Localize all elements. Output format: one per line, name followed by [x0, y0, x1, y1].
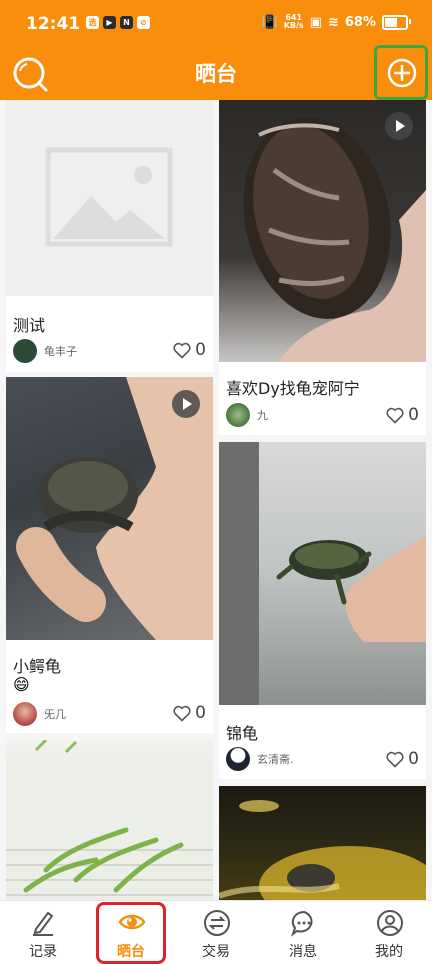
exchange-icon: [204, 910, 230, 936]
network-speed-unit: KB/s: [283, 21, 304, 30]
post-card[interactable]: 喜欢Dy找龟宠阿宁 九 0: [219, 100, 426, 435]
tab-label: 我的: [375, 944, 403, 960]
avatar: [226, 403, 250, 427]
like-button[interactable]: 0: [173, 340, 206, 360]
play-icon[interactable]: [385, 112, 413, 140]
pen-icon: [33, 911, 54, 936]
page-title: 晒台: [195, 62, 237, 86]
heart-icon: [173, 705, 191, 722]
post-video-thumbnail: [219, 100, 426, 362]
like-button[interactable]: 0: [173, 703, 206, 723]
post-author[interactable]: 龟丰子: [13, 339, 77, 363]
video-app-icon: ▶: [103, 16, 116, 29]
play-icon[interactable]: [172, 390, 200, 418]
post-author[interactable]: 九: [226, 403, 268, 427]
avatar: [226, 747, 250, 771]
user-icon: [377, 910, 403, 936]
heart-icon: [386, 407, 404, 424]
post-image: [6, 740, 213, 900]
app-bar: 晒台: [0, 44, 432, 100]
image-placeholder-icon: [45, 147, 173, 247]
author-name: 玄清斋.: [257, 753, 294, 766]
feed-grid[interactable]: 测试 龟丰子 0 小鳄龟 😄 旡几 0 喜欢Dy找龟宠阿宁 九 0 锦龟 玄清斋…: [0, 100, 432, 900]
status-time: 12:41: [26, 14, 81, 34]
post-card[interactable]: 小鳄龟 😄 旡几 0: [6, 377, 213, 733]
battery-icon: [382, 14, 411, 30]
app-notification-icon: 选: [86, 16, 99, 29]
post-card[interactable]: 锦龟 玄清斋. 0: [219, 442, 426, 779]
status-bar: 12:41 选 ▶ N ⊘ 📳 641 KB/s ▣ ≋ 68%: [0, 0, 432, 44]
active-tab-highlight: [96, 902, 166, 964]
author-name: 龟丰子: [44, 345, 77, 358]
post-card[interactable]: [6, 740, 213, 900]
post-card[interactable]: 测试 龟丰子 0: [6, 100, 213, 372]
network-speed: 641 KB/s: [284, 14, 304, 30]
battery-percent: 68%: [344, 14, 376, 30]
heart-icon: [173, 342, 191, 359]
tab-label: 记录: [29, 944, 57, 960]
post-caption: 锦龟: [226, 724, 259, 743]
post-author[interactable]: 玄清斋.: [226, 747, 294, 771]
bottom-nav: 记录 晒台 交易 消息 我的: [0, 900, 432, 964]
like-count: 0: [408, 749, 419, 769]
tab-label: 消息: [289, 944, 317, 960]
post-video-thumbnail: [6, 377, 213, 640]
note-app-icon: N: [120, 16, 133, 29]
post-card[interactable]: [219, 786, 426, 900]
tab-profile[interactable]: 我的: [354, 905, 424, 961]
like-count: 0: [195, 703, 206, 723]
tab-messages[interactable]: 消息: [268, 905, 338, 961]
post-caption: 喜欢Dy找龟宠阿宁: [226, 379, 360, 398]
post-image-placeholder: [6, 100, 213, 296]
heart-icon: [386, 751, 404, 768]
like-button[interactable]: 0: [386, 749, 419, 769]
turtle-tank-photo: [219, 800, 426, 900]
post-caption: 测试: [13, 316, 46, 335]
post-caption-emoji: 😄: [13, 675, 30, 694]
avatar: [13, 702, 37, 726]
avatar: [13, 339, 37, 363]
turtle-photo: [219, 442, 426, 705]
wifi-icon: ≋: [327, 14, 339, 30]
battery-fill: [385, 17, 397, 27]
sim-icon: ▣: [309, 14, 322, 30]
post-author[interactable]: 旡几: [13, 702, 66, 726]
tab-records[interactable]: 记录: [8, 905, 78, 961]
notification-icons: 选 ▶ N ⊘: [86, 16, 150, 29]
post-caption: 小鳄龟: [13, 657, 62, 676]
like-count: 0: [408, 405, 419, 425]
plant-tray-photo: [6, 740, 213, 900]
author-name: 旡几: [44, 708, 66, 721]
author-name: 九: [257, 409, 268, 422]
tab-trade[interactable]: 交易: [181, 905, 251, 961]
plus-circle-icon: [387, 58, 417, 88]
like-count: 0: [195, 340, 206, 360]
link-app-icon: ⊘: [137, 16, 150, 29]
post-image: [219, 786, 426, 900]
like-button[interactable]: 0: [386, 405, 419, 425]
status-right: 📳 641 KB/s ▣ ≋ 68%: [261, 14, 411, 30]
vibrate-icon: 📳: [261, 14, 278, 30]
chat-bubble-icon: [291, 910, 313, 937]
post-image: [219, 442, 426, 705]
tab-label: 交易: [202, 944, 230, 960]
add-post-button[interactable]: [374, 45, 428, 100]
